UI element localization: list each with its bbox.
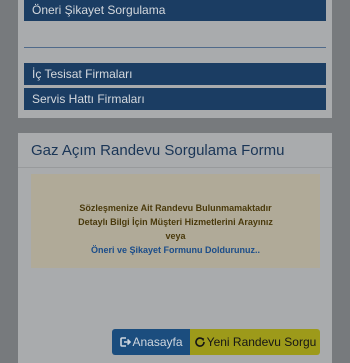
appointment-query-form: Gaz Açım Randevu Sorgulama Formu Sözleşm…	[18, 133, 332, 363]
refresh-icon	[194, 337, 205, 347]
new-appointment-query-label: Yeni Randevu Sorgu	[206, 335, 317, 349]
new-appointment-query-button[interactable]: Yeni Randevu Sorgu	[190, 329, 320, 355]
notice-or: veya	[165, 231, 186, 241]
nav-button-indoor-installation-firms[interactable]: İç Tesisat Firmaları	[24, 63, 326, 85]
notice-message: Sözleşmenize Ait Randevu Bulunmamaktadır	[79, 203, 272, 213]
home-button[interactable]: Anasayfa	[112, 329, 190, 355]
nav-button-service-line-firms[interactable]: Servis Hattı Firmaları	[24, 88, 326, 110]
notice-instruction: Detaylı Bilgi İçin Müşteri Hizmetlerini …	[78, 217, 273, 227]
divider	[18, 167, 332, 168]
nav-button-complaint-query[interactable]: Öneri Şikayet Sorgulama	[24, 0, 326, 21]
navigation-panel: Öneri Şikayet Sorgulama İç Tesisat Firma…	[18, 0, 332, 118]
form-title: Gaz Açım Randevu Sorgulama Formu	[31, 142, 285, 159]
complaint-form-link[interactable]: Öneri ve Şikayet Formunu Doldurunuz..	[31, 243, 320, 257]
sign-out-icon	[120, 337, 132, 347]
home-button-label: Anasayfa	[132, 335, 183, 349]
no-appointment-notice: Sözleşmenize Ait Randevu Bulunmamaktadır…	[31, 174, 320, 268]
divider	[24, 47, 326, 48]
